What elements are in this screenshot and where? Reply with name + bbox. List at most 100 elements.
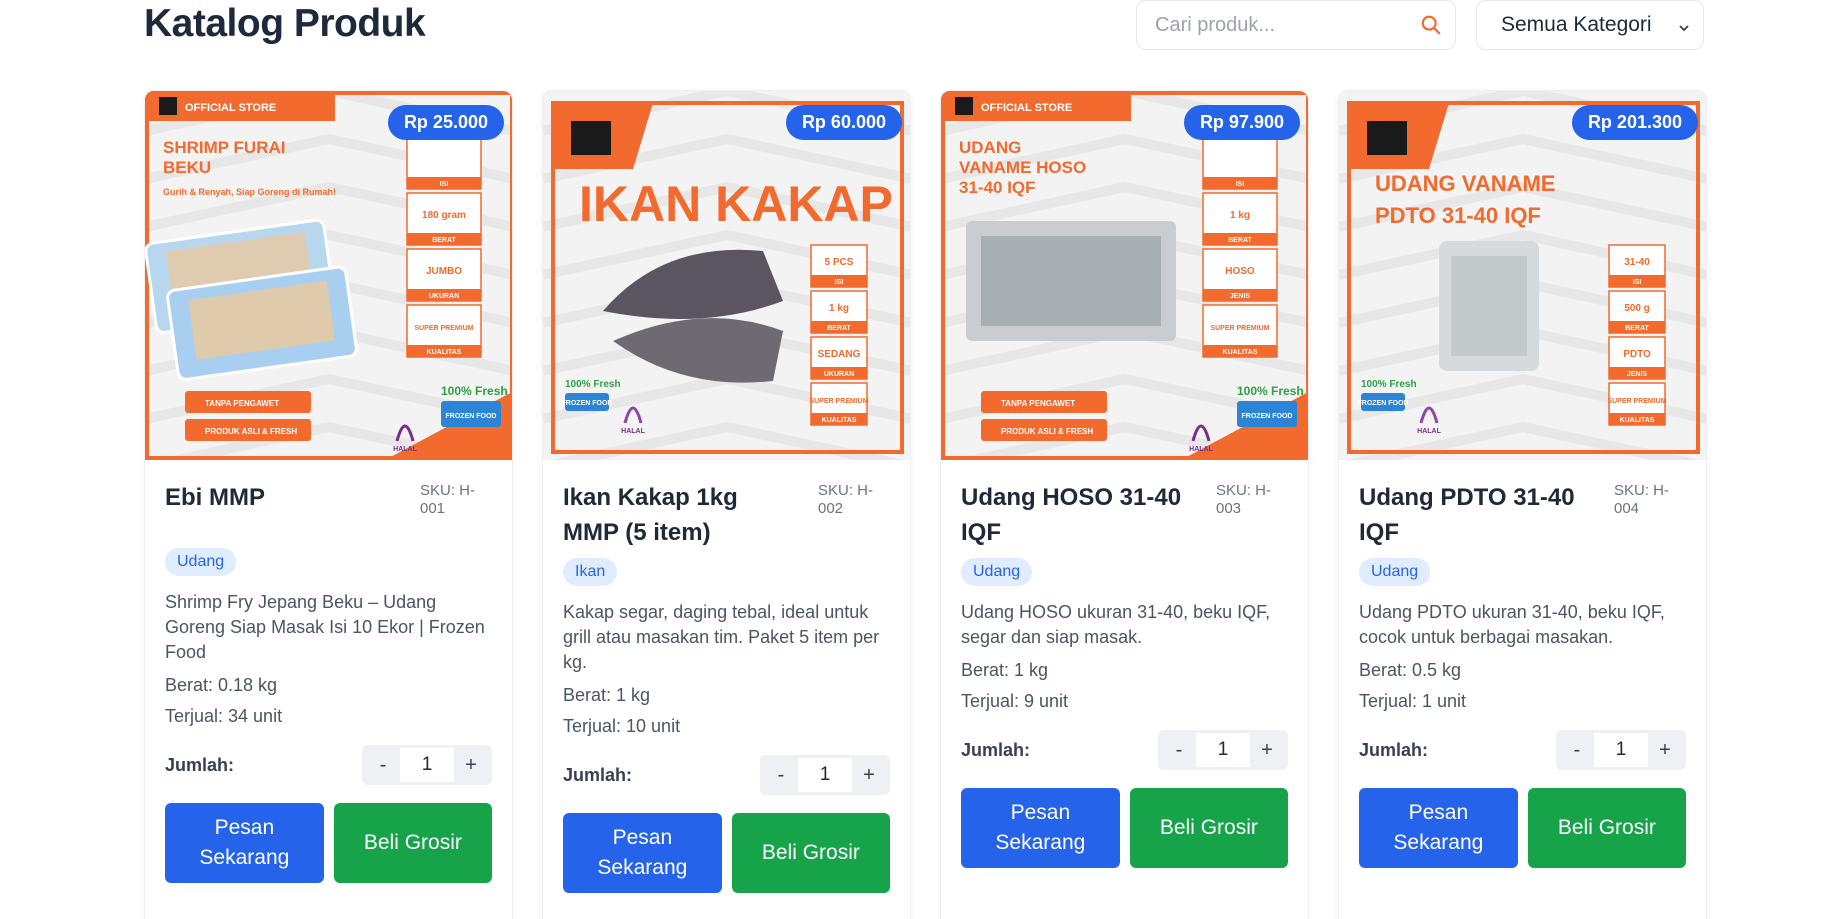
- product-description: Udang HOSO ukuran 31-40, beku IQF, segar…: [961, 602, 1271, 647]
- product-name[interactable]: Ikan Kakap 1kg MMP (5 item): [563, 480, 793, 550]
- buy-wholesale-button[interactable]: Beli Grosir: [333, 803, 492, 883]
- quantity-input[interactable]: 1: [1594, 733, 1648, 767]
- image-headline: PDTO 31-40 IQF: [1375, 203, 1541, 228]
- quantity-stepper[interactable]: -1 +: [1158, 730, 1288, 770]
- product-card[interactable]: OFFICIAL STORE UDANG VANAME HOSO 31-40 IQF I…: [940, 90, 1309, 919]
- quantity-stepper[interactable]: -1 +: [362, 745, 492, 785]
- buy-wholesale-button[interactable]: Beli Grosir: [1527, 788, 1686, 868]
- product-weight: Berat: 0.18 kg: [165, 675, 278, 695]
- product-image[interactable]: OFFICIAL STORE UDANG VANAME HOSO 31-40 IQF I…: [941, 91, 1308, 460]
- spec-label: KUALITAS: [427, 349, 462, 356]
- category-tag: Ikan: [563, 558, 618, 586]
- title-row: Ebi MMP SKU: H-001: [165, 480, 492, 540]
- product-weight: Berat: 1 kg: [961, 660, 1049, 680]
- category-tag: Udang: [1359, 558, 1431, 586]
- increment-button[interactable]: +: [1250, 730, 1284, 770]
- product-weight: Berat: 0.5 kg: [1359, 660, 1462, 680]
- decrement-button[interactable]: -: [1560, 730, 1594, 770]
- quantity-input[interactable]: 1: [400, 748, 454, 782]
- spec-label: KUALITAS: [1620, 417, 1655, 424]
- quantity-stepper[interactable]: -1 +: [760, 755, 890, 795]
- spec-label: ISI: [835, 279, 844, 286]
- price-badge: Rp 25.000: [387, 105, 504, 140]
- product-grid: OFFICIAL STORE SHRIMP FURAI BEKU Gurih & Re…: [144, 90, 1707, 919]
- product-photo: UDANG VANAME PDTO 31-40 IQF ISI 31-40 BERAT 5…: [1339, 91, 1706, 460]
- search-icon[interactable]: [1420, 12, 1442, 38]
- fresh-label: 100% Fresh: [1361, 379, 1417, 390]
- product-image[interactable]: IKAN KAKAP ISI 5 PCS BERAT 1 kg UKURAN SEDANG K…: [543, 91, 910, 460]
- product-description: Udang PDTO ukuran 31-40, beku IQF, cocok…: [1359, 602, 1665, 647]
- product-image[interactable]: UDANG VANAME PDTO 31-40 IQF ISI 31-40 BERAT 5…: [1339, 91, 1706, 460]
- price-badge: Rp 97.900: [1183, 105, 1300, 140]
- product-sku: SKU: H-002: [818, 482, 874, 517]
- search-box[interactable]: [1136, 0, 1456, 50]
- title-row: Ikan Kakap 1kg MMP (5 item) SKU: H-002: [563, 480, 890, 550]
- quantity-label: Jumlah:: [1359, 739, 1429, 760]
- order-now-button[interactable]: Pesan Sekarang: [165, 803, 324, 883]
- card-actions: Pesan Sekarang Beli Grosir: [165, 803, 492, 883]
- product-image[interactable]: OFFICIAL STORE SHRIMP FURAI BEKU Gurih & Re…: [145, 91, 512, 460]
- quantity-row: Jumlah: -1 +: [1359, 730, 1686, 770]
- spec-label: JENIS: [1230, 293, 1251, 300]
- decrement-button[interactable]: -: [764, 755, 798, 795]
- category-select[interactable]: Semua Kategori: [1476, 0, 1704, 50]
- spec-label: ISI: [440, 181, 449, 188]
- spec-label: ISI: [1633, 279, 1642, 286]
- frozen-label: FROZEN FOOD: [1242, 413, 1293, 420]
- buy-wholesale-button[interactable]: Beli Grosir: [731, 813, 890, 893]
- halal-label: HALAL: [393, 446, 417, 453]
- spec-label: BERAT: [827, 325, 851, 332]
- spec-value: 5 PCS: [825, 257, 854, 268]
- quantity-input[interactable]: 1: [798, 758, 852, 792]
- card-body: Ikan Kakap 1kg MMP (5 item) SKU: H-002 Ika…: [543, 460, 910, 893]
- halal-label: HALAL: [621, 428, 645, 435]
- image-headline: VANAME HOSO: [959, 158, 1086, 177]
- spec-value: SUPER PREMIUM: [1210, 325, 1269, 332]
- product-sku: SKU: H-003: [1216, 482, 1272, 517]
- increment-button[interactable]: +: [1648, 730, 1682, 770]
- page-title: Katalog Produk: [144, 2, 426, 45]
- title-row: Udang HOSO 31-40 IQF SKU: H-003: [961, 480, 1288, 550]
- product-photo: IKAN KAKAP ISI 5 PCS BERAT 1 kg UKURAN SEDANG K…: [543, 91, 910, 460]
- product-card[interactable]: IKAN KAKAP ISI 5 PCS BERAT 1 kg UKURAN SEDANG K…: [542, 90, 911, 919]
- product-description: Shrimp Fry Jepang Beku – Udang Goreng Si…: [165, 592, 485, 662]
- decrement-button[interactable]: -: [1162, 730, 1196, 770]
- spec-value: 180 gram: [422, 210, 466, 221]
- spec-value: SUPER PREMIUM: [1607, 398, 1666, 405]
- order-now-button[interactable]: Pesan Sekarang: [1359, 788, 1518, 868]
- buy-wholesale-button[interactable]: Beli Grosir: [1129, 788, 1288, 868]
- increment-button[interactable]: +: [852, 755, 886, 795]
- product-sold: Terjual: 9 unit: [961, 691, 1069, 711]
- product-card[interactable]: UDANG VANAME PDTO 31-40 IQF ISI 31-40 BERAT 5…: [1338, 90, 1707, 919]
- decrement-button[interactable]: -: [366, 745, 400, 785]
- quantity-label: Jumlah:: [165, 754, 235, 775]
- svg-text:Gurih & Renyah, Siap Goreng di: Gurih & Renyah, Siap Goreng di Rumah!: [163, 187, 336, 197]
- frozen-label: FROZEN FOOD: [446, 413, 497, 420]
- search-input[interactable]: [1155, 13, 1420, 37]
- spec-value: 1 kg: [829, 303, 849, 314]
- image-headline: SHRIMP FURAI: [163, 138, 285, 157]
- category-tag: Udang: [961, 558, 1033, 586]
- order-now-button[interactable]: Pesan Sekarang: [563, 813, 722, 893]
- increment-button[interactable]: +: [454, 745, 488, 785]
- product-name[interactable]: Udang PDTO 31-40 IQF: [1359, 480, 1589, 550]
- quantity-stepper[interactable]: -1 +: [1556, 730, 1686, 770]
- quantity-row: Jumlah: -1 +: [563, 755, 890, 795]
- card-body: Ebi MMP SKU: H-001 Udang Shrimp Fry Jepang …: [145, 460, 512, 883]
- spec-value: 1 kg: [1230, 210, 1250, 221]
- quantity-label: Jumlah:: [563, 764, 633, 785]
- product-card[interactable]: OFFICIAL STORE SHRIMP FURAI BEKU Gurih & Re…: [144, 90, 513, 919]
- quantity-input[interactable]: 1: [1196, 733, 1250, 767]
- product-name[interactable]: Udang HOSO 31-40 IQF: [961, 480, 1191, 550]
- category-tag: Udang: [165, 548, 237, 576]
- fresh-label: 100% Fresh: [1237, 384, 1304, 398]
- product-photo: OFFICIAL STORE SHRIMP FURAIBEKU Gurih & Re…: [145, 91, 512, 460]
- spec-label: BERAT: [1228, 237, 1252, 244]
- product-name[interactable]: Ebi MMP: [165, 480, 265, 515]
- product-sold: Terjual: 34 unit: [165, 706, 283, 726]
- card-actions: Pesan Sekarang Beli Grosir: [961, 788, 1288, 868]
- order-now-button[interactable]: Pesan Sekarang: [961, 788, 1120, 868]
- image-badge: TANPA PENGAWET: [1001, 399, 1075, 408]
- frozen-label: FROZEN FOOD: [1358, 400, 1409, 407]
- image-badge: PRODUK ASLI & FRESH: [205, 427, 297, 436]
